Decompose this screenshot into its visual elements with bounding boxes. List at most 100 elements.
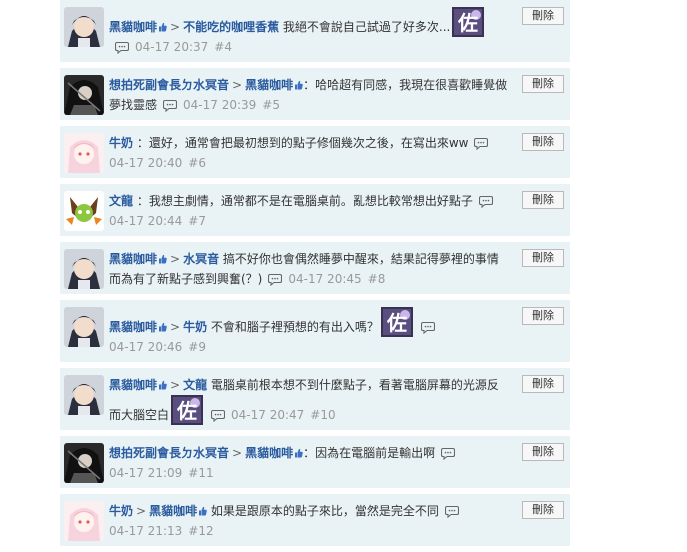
delete-button[interactable]: 刪除: [522, 443, 564, 461]
comment-text: 不會和腦子裡預想的有出入嗎？: [210, 320, 379, 334]
reply-icon[interactable]: [268, 272, 283, 287]
thumb-up-icon: [158, 250, 167, 264]
reply-icon[interactable]: [478, 194, 493, 209]
delete-button[interactable]: 刪除: [522, 75, 564, 93]
reply-arrow: >: [170, 252, 181, 266]
reply-to-link[interactable]: 不能吃的咖哩香蕉: [183, 20, 279, 34]
separator: ：: [133, 136, 149, 150]
comment-body: 想拍死副會長ㄉ水冥音 > 黑貓咖啡 ：哈哈超有同感，我現在很喜歡睡覺做夢找靈感 04-1…: [109, 75, 510, 115]
timestamp: 04-17 20:39: [183, 98, 257, 112]
avatar[interactable]: [64, 191, 104, 231]
reply-to-link[interactable]: 文龍: [183, 378, 207, 392]
sticker-image: 佐: [380, 307, 413, 337]
delete-button[interactable]: 刪除: [522, 133, 564, 151]
comment-meta: 04-17 20:39 #5: [183, 98, 280, 112]
thumb-up-icon: [158, 18, 167, 32]
timestamp: 04-17 20:37: [135, 40, 209, 54]
floor-number: #10: [310, 408, 336, 422]
timestamp: 04-17 20:40: [109, 156, 183, 170]
comment-text: 還好，通常會把最初想到的點子修個幾次之後，在寫出來ww: [148, 136, 469, 150]
reply-icon[interactable]: [162, 98, 178, 113]
floor-number: #12: [188, 524, 214, 538]
comment-text: 我絕不會說自己試過了好多次...: [282, 20, 451, 34]
author-link[interactable]: 黑貓咖啡: [109, 252, 157, 266]
comment-body: 黑貓咖啡 > 牛奶 不會和腦子裡預想的有出入嗎？ 佐 04-17 20:46 #9: [109, 307, 510, 357]
reply-to-link[interactable]: 黑貓咖啡: [245, 78, 293, 92]
floor-number: #8: [367, 272, 386, 286]
comment-row: 文龍 ：我想主劇情，通常都不是在電腦桌前。亂想比較常想出好點子 04-17 20:…: [60, 184, 570, 242]
delete-button[interactable]: 刪除: [522, 7, 564, 25]
avatar[interactable]: [64, 307, 104, 347]
author-link[interactable]: 牛奶: [109, 504, 133, 518]
avatar[interactable]: [64, 375, 104, 415]
thumb-up-icon: [158, 376, 167, 390]
avatar[interactable]: [64, 7, 104, 47]
reply-icon[interactable]: [210, 408, 226, 423]
comment-row: 牛奶 ：還好，通常會把最初想到的點子修個幾次之後，在寫出來ww 04-17 20:…: [60, 126, 570, 184]
reply-icon[interactable]: [444, 504, 459, 519]
author-link[interactable]: 黑貓咖啡: [109, 20, 157, 34]
comment-row: 黑貓咖啡 > 牛奶 不會和腦子裡預想的有出入嗎？ 佐 04-17 20:46 #9 刪除: [60, 300, 570, 368]
delete-button[interactable]: 刪除: [522, 501, 564, 519]
floor-number: #6: [188, 156, 206, 170]
comment-row: 想拍死副會長ㄉ水冥音 > 黑貓咖啡 ：哈哈超有同感，我現在很喜歡睡覺做夢找靈感 04-1…: [60, 68, 570, 126]
comment-meta: 04-17 20:40 #6: [109, 156, 206, 170]
reply-to-link[interactable]: 黑貓咖啡: [245, 446, 293, 460]
timestamp: 04-17 20:44: [109, 214, 183, 228]
timestamp: 04-17 20:46: [109, 340, 183, 354]
comment-body: 牛奶 > 黑貓咖啡 如果是跟原本的點子來比，當然是完全不同 04-17 21:13 #1…: [109, 501, 510, 541]
author-link[interactable]: 黑貓咖啡: [109, 378, 157, 392]
comment-list: 黑貓咖啡 > 不能吃的咖哩香蕉 我絕不會說自己試過了好多次... 佐 04-17 20:…: [60, 0, 570, 552]
comment-text: 如果是跟原本的點子來比，當然是完全不同: [210, 504, 439, 518]
separator: ：: [303, 446, 316, 460]
delete-button[interactable]: 刪除: [522, 375, 564, 393]
sticker-image: 佐: [452, 7, 485, 37]
floor-number: #9: [188, 340, 206, 354]
delete-button[interactable]: 刪除: [522, 249, 564, 267]
separator: ：: [303, 78, 316, 92]
avatar[interactable]: [64, 249, 104, 289]
reply-to-link[interactable]: 黑貓咖啡: [149, 504, 197, 518]
thumb-up-icon: [198, 502, 207, 516]
reply-icon[interactable]: [474, 136, 489, 151]
comment-body: 文龍 ：我想主劇情，通常都不是在電腦桌前。亂想比較常想出好點子 04-17 20:…: [109, 191, 510, 231]
timestamp: 04-17 20:47: [231, 408, 305, 422]
thumb-up-icon: [294, 444, 303, 458]
comment-meta: 04-17 20:46 #9: [109, 340, 206, 354]
separator: ：: [133, 194, 149, 208]
reply-arrow: >: [170, 320, 181, 334]
author-link[interactable]: 想拍死副會長ㄉ水冥音: [109, 78, 229, 92]
comment-meta: 04-17 20:44 #7: [109, 214, 206, 228]
author-link[interactable]: 想拍死副會長ㄉ水冥音: [109, 446, 229, 460]
floor-number: #7: [188, 214, 206, 228]
timestamp: 04-17 20:45: [288, 272, 362, 286]
comment-row: 黑貓咖啡 > 文龍 電腦桌前根本想不到什麼點子，看著電腦屏幕的光源反而大腦空白佐 04…: [60, 368, 570, 436]
floor-number: #5: [262, 98, 280, 112]
reply-to-link[interactable]: 水冥音: [183, 252, 219, 266]
svg-text:佐: 佐: [176, 399, 197, 423]
comment-body: 黑貓咖啡 > 文龍 電腦桌前根本想不到什麼點子，看著電腦屏幕的光源反而大腦空白佐 04…: [109, 375, 510, 425]
svg-text:佐: 佐: [457, 11, 478, 35]
author-link[interactable]: 黑貓咖啡: [109, 320, 157, 334]
reply-arrow: >: [170, 378, 181, 392]
comment-text: 我想主劇情，通常都不是在電腦桌前。亂想比較常想出好點子: [148, 194, 473, 208]
author-link[interactable]: 文龍: [109, 194, 133, 208]
comment-meta: 04-17 20:45 #8: [288, 272, 385, 286]
floor-number: #4: [214, 40, 232, 54]
comment-body: 想拍死副會長ㄉ水冥音 > 黑貓咖啡 ：因為在電腦前是輸出啊 04-17 21:09 #11: [109, 443, 510, 483]
comment-meta: 04-17 20:47 #10: [231, 408, 336, 422]
avatar[interactable]: [64, 133, 104, 173]
delete-button[interactable]: 刪除: [522, 307, 564, 325]
reply-icon[interactable]: [420, 320, 435, 335]
thumb-up-icon: [158, 318, 167, 332]
reply-to-link[interactable]: 牛奶: [183, 320, 207, 334]
delete-button[interactable]: 刪除: [522, 191, 564, 209]
comment-body: 牛奶 ：還好，通常會把最初想到的點子修個幾次之後，在寫出來ww 04-17 20:…: [109, 133, 510, 173]
avatar[interactable]: [64, 75, 104, 115]
author-link[interactable]: 牛奶: [109, 136, 133, 150]
reply-icon[interactable]: [114, 40, 130, 55]
avatar[interactable]: [64, 501, 104, 541]
reply-icon[interactable]: [441, 446, 456, 461]
avatar[interactable]: [64, 443, 104, 483]
comment-meta: 04-17 20:37 #4: [135, 40, 232, 54]
